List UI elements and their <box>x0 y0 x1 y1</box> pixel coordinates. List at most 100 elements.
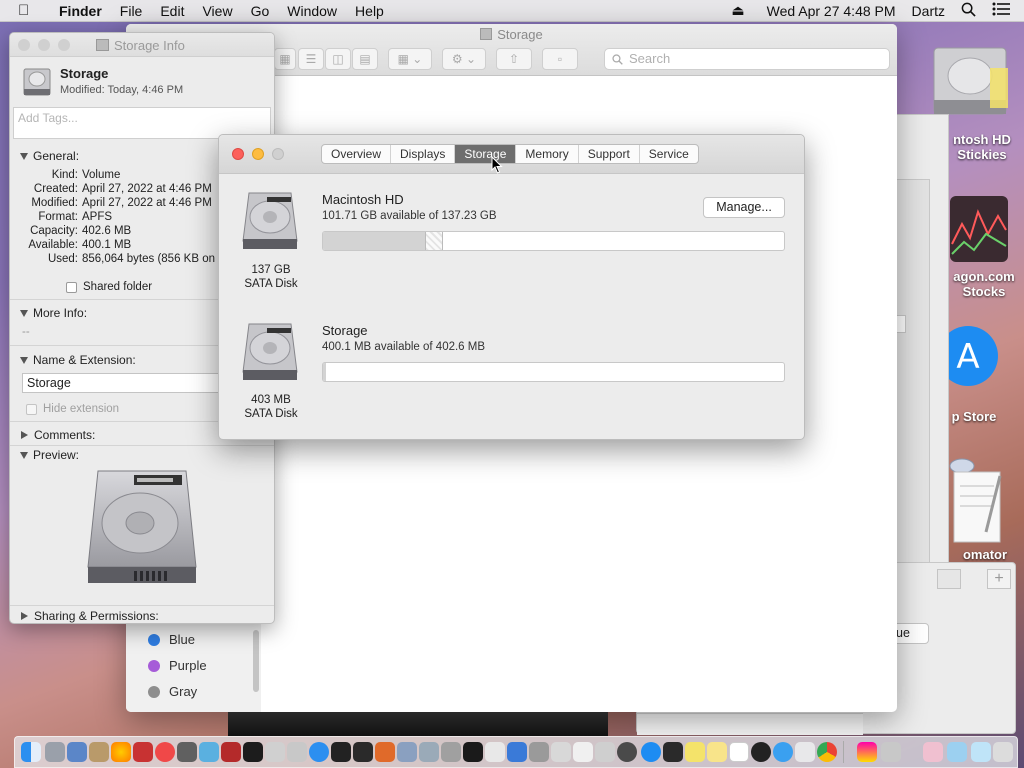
spotlight-icon[interactable] <box>953 2 984 20</box>
info-close-button[interactable] <box>18 39 30 51</box>
dock-calendar-icon[interactable] <box>729 742 749 762</box>
finder-search-input[interactable]: Search <box>604 48 890 70</box>
desktop-appstore-icon[interactable]: A <box>938 320 1002 392</box>
notification-center-icon[interactable] <box>984 2 1024 19</box>
info-minimize-button[interactable] <box>38 39 50 51</box>
dock-terminal-icon[interactable] <box>463 742 483 762</box>
view-gallery-button[interactable]: ▤ <box>352 48 378 70</box>
dock-notes-icon[interactable] <box>707 742 727 762</box>
dock-news-icon[interactable] <box>155 742 175 762</box>
tab-support[interactable]: Support <box>579 145 640 163</box>
section-preview[interactable]: Preview: <box>20 448 79 462</box>
dock-downloads-stack-icon[interactable] <box>923 742 943 762</box>
dock-preview-icon[interactable] <box>67 742 87 762</box>
sidebar-tag-purple[interactable]: Purple <box>148 658 207 673</box>
tab-service[interactable]: Service <box>640 145 698 163</box>
storage-usage-fill <box>323 363 326 381</box>
dock-airdrop-icon[interactable] <box>971 742 991 762</box>
menu-app-name[interactable]: Finder <box>50 3 111 19</box>
dock-textedit-icon[interactable] <box>573 742 593 762</box>
dock-audio-midi-icon[interactable] <box>397 742 417 762</box>
section-more-info[interactable]: More Info: <box>20 306 87 320</box>
tab-storage[interactable]: Storage <box>455 145 517 163</box>
tab-memory[interactable]: Memory <box>516 145 579 163</box>
shared-folder-checkbox[interactable]: Shared folder <box>66 281 152 293</box>
dock-time-machine-icon[interactable] <box>617 742 637 762</box>
dock-dictionary-icon[interactable] <box>221 742 241 762</box>
dock-stocks-icon[interactable] <box>663 742 683 762</box>
dock-downloads-icon[interactable] <box>507 742 527 762</box>
menu-user[interactable]: Dartz <box>904 3 953 19</box>
info-zoom-button[interactable] <box>58 39 70 51</box>
sidebar-tag-gray[interactable]: Gray <box>148 684 197 699</box>
dock-stickies-icon[interactable] <box>685 742 705 762</box>
tab-overview[interactable]: Overview <box>322 145 392 163</box>
dock-finder-icon[interactable] <box>21 742 41 762</box>
sidebar-scrollbar[interactable] <box>253 630 259 692</box>
minimize-button[interactable] <box>252 148 264 160</box>
view-columns-button[interactable]: ◫ <box>325 48 351 70</box>
menu-file[interactable]: File <box>111 3 152 19</box>
menu-edit[interactable]: Edit <box>151 3 193 19</box>
share-button[interactable]: ⇧ <box>496 48 532 70</box>
menu-go[interactable]: Go <box>242 3 279 19</box>
dock-bluetooth-icon[interactable] <box>551 742 571 762</box>
section-name-extension[interactable]: Name & Extension: <box>20 353 136 367</box>
dock-folder-icon[interactable] <box>947 742 967 762</box>
dock-clock-icon[interactable] <box>751 742 771 762</box>
dock-screenshot-icon[interactable] <box>265 742 285 762</box>
apple-menu-icon[interactable]:  <box>18 2 40 19</box>
menu-window[interactable]: Window <box>278 3 346 19</box>
zoom-button[interactable] <box>272 148 284 160</box>
dock-app-store-icon[interactable] <box>641 742 661 762</box>
manage-button[interactable]: Manage... <box>703 197 785 218</box>
section-general[interactable]: General: <box>20 149 79 163</box>
view-list-button[interactable]: ☰ <box>298 48 324 70</box>
dock-disk-utility-icon[interactable] <box>529 742 549 762</box>
dock-trash-icon[interactable] <box>993 742 1013 762</box>
sidebar-tag-blue[interactable]: Blue <box>148 632 195 647</box>
tab-displays[interactable]: Displays <box>391 145 456 163</box>
dock-console-icon[interactable] <box>353 742 373 762</box>
dock-launchpad-icon[interactable] <box>45 742 65 762</box>
desktop-stocks-icon[interactable] <box>948 194 1010 264</box>
dock-chess-icon[interactable] <box>177 742 197 762</box>
menu-view[interactable]: View <box>193 3 241 19</box>
about-this-mac-window: Overview Displays Storage Memory Support… <box>218 134 805 440</box>
view-icon-button[interactable]: ▦ <box>274 48 296 70</box>
dock-photos-icon[interactable] <box>111 742 131 762</box>
dock-books-icon[interactable] <box>795 742 815 762</box>
dock-system-info-icon[interactable] <box>441 742 461 762</box>
menu-clock[interactable]: Wed Apr 27 4:48 PM <box>753 3 904 19</box>
dock-garageband-icon[interactable] <box>375 742 395 762</box>
menu-help[interactable]: Help <box>346 3 393 19</box>
desktop-automator-icon[interactable] <box>948 456 1008 548</box>
dock-wifi-icon[interactable] <box>309 742 329 762</box>
dock-maps-icon[interactable] <box>199 742 219 762</box>
dock-color-picker-icon[interactable] <box>857 742 877 762</box>
tags-button[interactable]: ▫ <box>542 48 578 70</box>
dock-image-capture-icon[interactable] <box>419 742 439 762</box>
menu-bar:  Finder File Edit View Go Window Help ⏏… <box>0 0 1024 22</box>
hide-extension-checkbox[interactable]: Hide extension <box>26 403 119 415</box>
group-button[interactable]: ▦ ⌄ <box>388 48 432 70</box>
dock-script-editor-icon[interactable] <box>287 742 307 762</box>
dock-activity-monitor-icon[interactable] <box>243 742 263 762</box>
dock-photo-booth-icon[interactable] <box>133 742 153 762</box>
dock-piano-icon[interactable] <box>331 742 351 762</box>
dock-archive-icon[interactable] <box>881 742 901 762</box>
dock-contacts-icon[interactable] <box>89 742 109 762</box>
dock-safari-icon[interactable] <box>773 742 793 762</box>
dock-font-book-icon[interactable] <box>485 742 505 762</box>
mouse-cursor <box>491 155 503 174</box>
dock-utility-icon[interactable] <box>595 742 615 762</box>
storage-drive-icon <box>241 322 299 382</box>
close-button[interactable] <box>232 148 244 160</box>
disclosure-down-icon <box>20 356 28 364</box>
action-gear-button[interactable]: ⚙ ⌄ <box>442 48 486 70</box>
eject-icon[interactable]: ⏏ <box>723 2 752 19</box>
section-sharing-permissions[interactable]: Sharing & Permissions: <box>20 609 159 623</box>
dock <box>14 736 1018 768</box>
section-comments[interactable]: Comments: <box>20 428 95 442</box>
dock-chrome-icon[interactable] <box>817 742 837 762</box>
